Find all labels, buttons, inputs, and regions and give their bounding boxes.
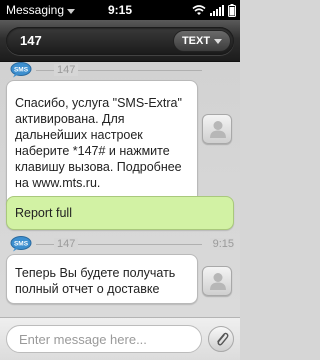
attach-button[interactable]: [208, 326, 234, 352]
sms-icon: SMS: [10, 236, 32, 252]
person-icon: [210, 121, 226, 138]
conversation-thread[interactable]: SMS 147 Спасибо, услуга "SMS-Extra" акти…: [0, 62, 240, 317]
outgoing-message-bubble[interactable]: Report full: [6, 196, 234, 230]
svg-text:SMS: SMS: [14, 67, 29, 74]
message-type-button[interactable]: TEXT: [173, 30, 231, 52]
message-input[interactable]: [6, 325, 202, 353]
message-text: Теперь Вы будете получать полный отчет о…: [15, 266, 176, 296]
contact-bar[interactable]: 147 TEXT: [6, 27, 234, 55]
incoming-message-bubble[interactable]: Теперь Вы будете получать полный отчет о…: [6, 254, 198, 304]
wifi-icon: [192, 4, 206, 15]
avatar[interactable]: [202, 114, 232, 144]
battery-icon: [228, 3, 236, 17]
contact-name: 147: [20, 33, 42, 48]
person-icon: [210, 273, 226, 290]
sms-icon: SMS: [10, 62, 32, 78]
divider-time: 9:15: [209, 238, 234, 250]
incoming-message-bubble[interactable]: Спасибо, услуга "SMS-Extra" активирована…: [6, 80, 198, 210]
message-divider: SMS 147: [6, 62, 234, 78]
paperclip-icon: [217, 332, 229, 346]
status-bar: Messaging 9:15: [0, 0, 240, 20]
status-icons: [192, 3, 236, 17]
divider-contact: 147: [54, 238, 79, 250]
message-text: Спасибо, услуга "SMS-Extra" активирована…: [15, 96, 182, 190]
divider-contact: 147: [54, 64, 79, 76]
signal-icon: [210, 4, 224, 16]
avatar[interactable]: [202, 266, 232, 296]
message-text: Report full: [15, 206, 72, 220]
conversation-header: 147 TEXT: [0, 20, 240, 62]
compose-bar: [0, 317, 240, 360]
message-type-label: TEXT: [181, 35, 211, 47]
chevron-down-icon: [214, 39, 223, 44]
svg-text:SMS: SMS: [14, 241, 29, 248]
message-divider: SMS 147 9:15: [6, 236, 234, 252]
